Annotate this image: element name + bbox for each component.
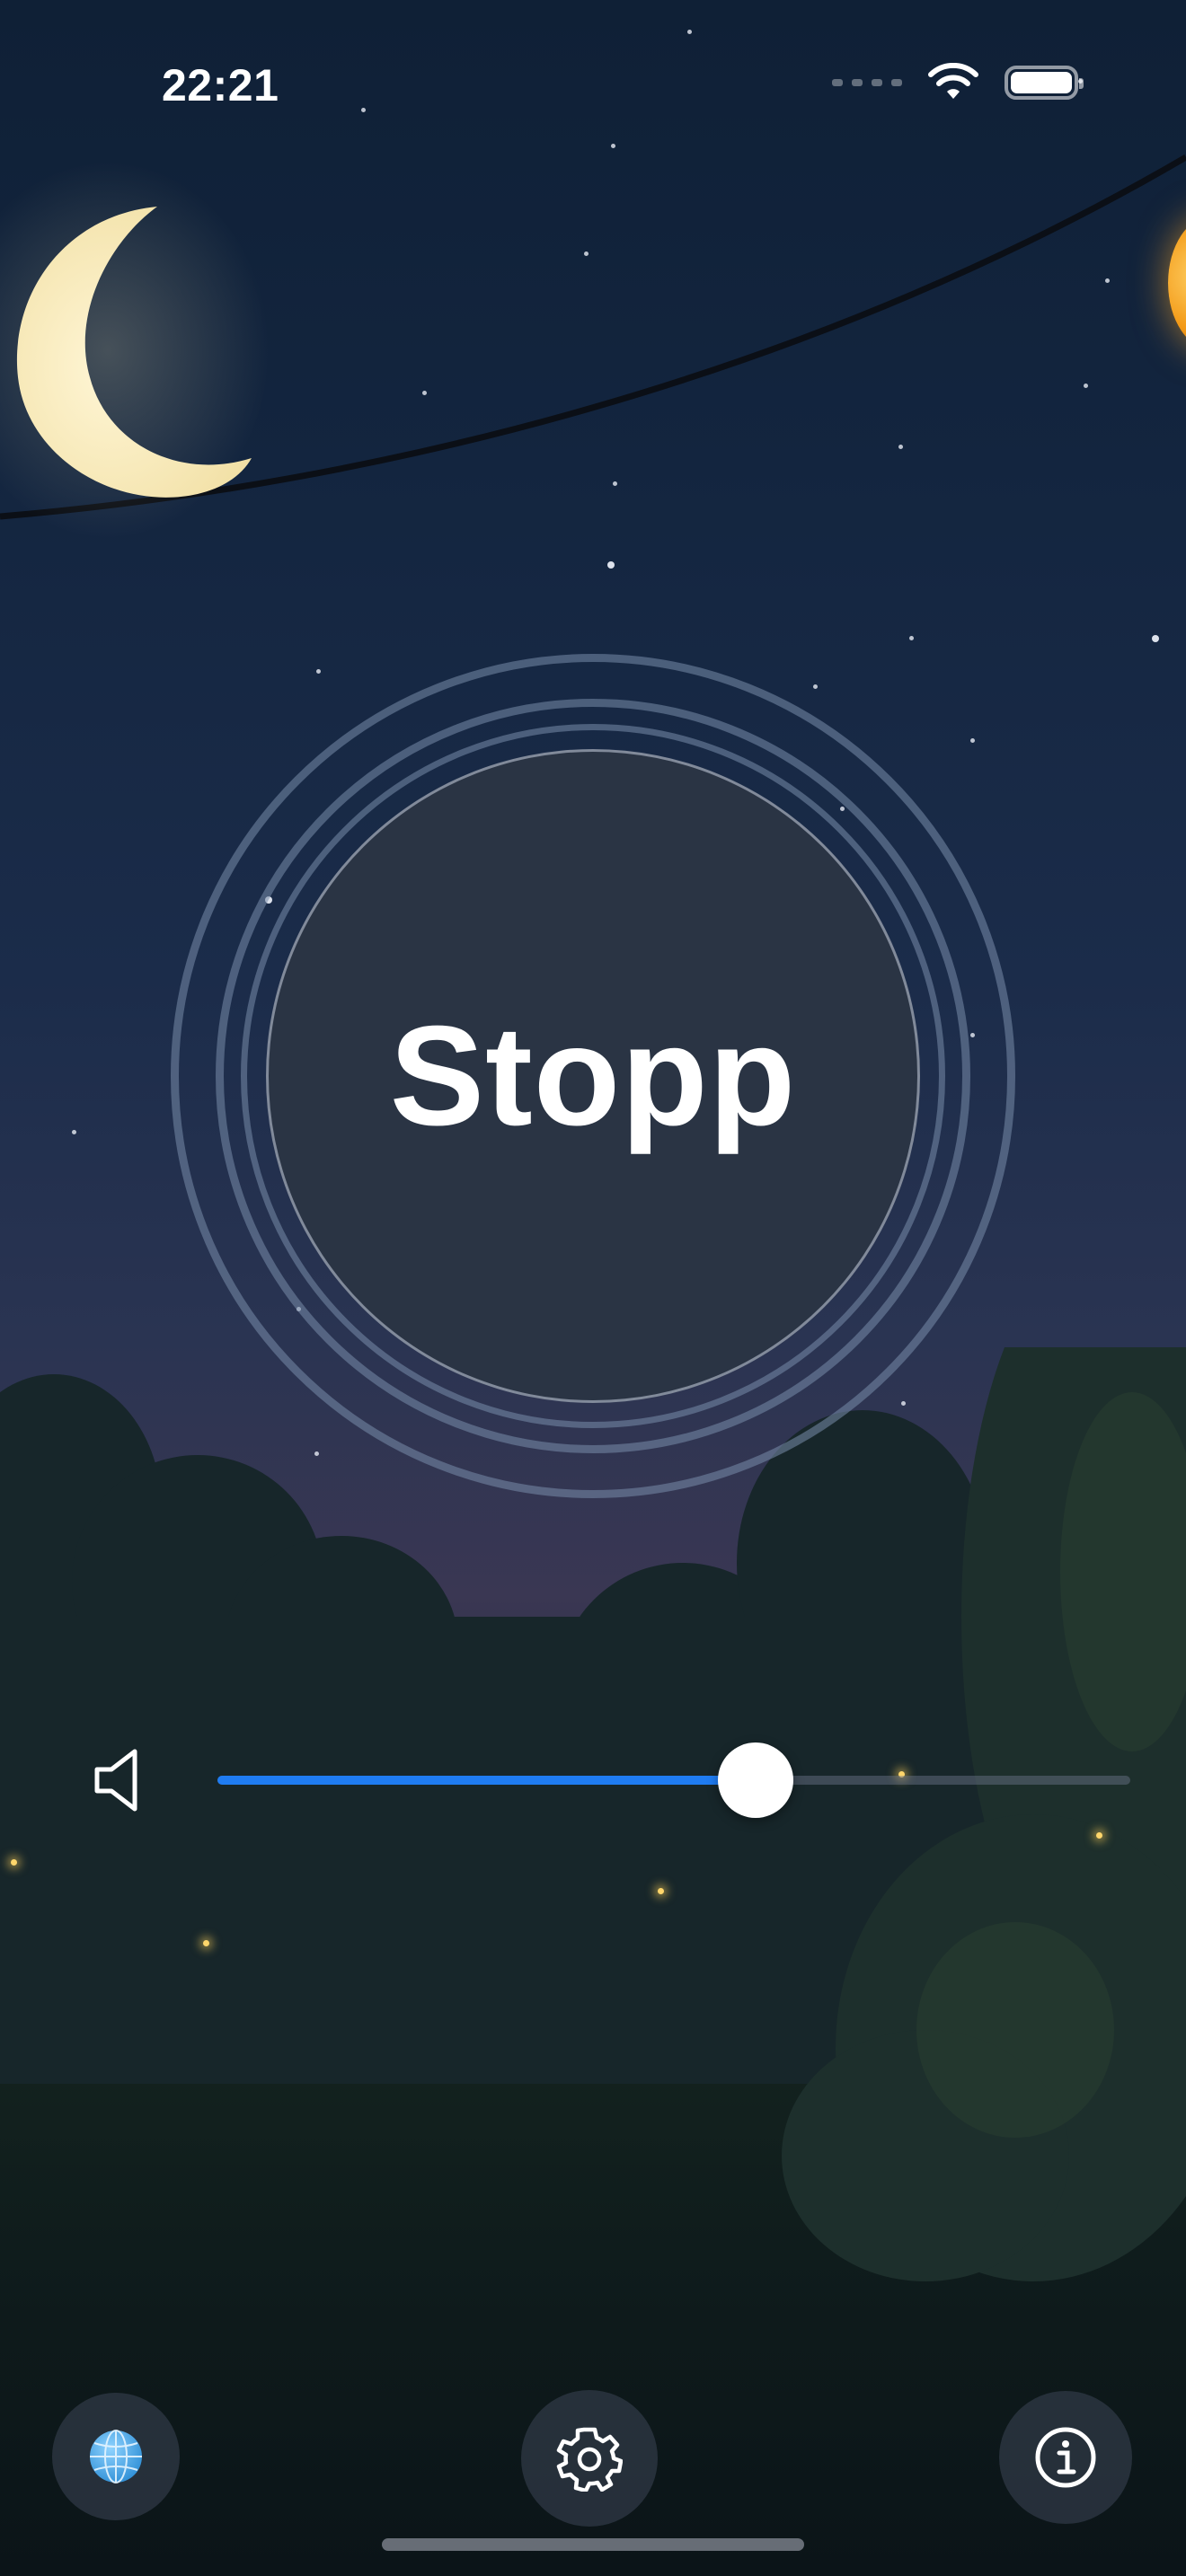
moon-illustration xyxy=(0,162,270,539)
settings-button[interactable] xyxy=(521,2390,658,2527)
speaker-icon xyxy=(94,1749,137,1812)
globe-icon xyxy=(90,2430,142,2483)
language-button[interactable] xyxy=(52,2393,180,2520)
info-button[interactable] xyxy=(999,2391,1132,2524)
cellular-signal-icon xyxy=(832,79,902,86)
volume-control xyxy=(90,1742,1132,1818)
home-indicator xyxy=(382,2538,804,2551)
volume-slider-thumb[interactable] xyxy=(718,1742,793,1818)
wifi-icon xyxy=(928,63,978,99)
status-indicators xyxy=(832,63,1084,102)
stop-button[interactable]: Stopp xyxy=(266,749,920,1403)
volume-slider[interactable] xyxy=(217,1742,1130,1818)
status-time: 22:21 xyxy=(162,60,279,110)
stop-button-label: Stopp xyxy=(389,996,797,1155)
battery-icon xyxy=(1005,66,1084,100)
info-icon xyxy=(1035,2427,1096,2488)
app-screen: 22:21 Stopp xyxy=(0,0,1186,2576)
gear-icon xyxy=(556,2427,623,2492)
stop-control: Stopp xyxy=(171,654,1015,1498)
volume-slider-fill xyxy=(217,1776,756,1785)
